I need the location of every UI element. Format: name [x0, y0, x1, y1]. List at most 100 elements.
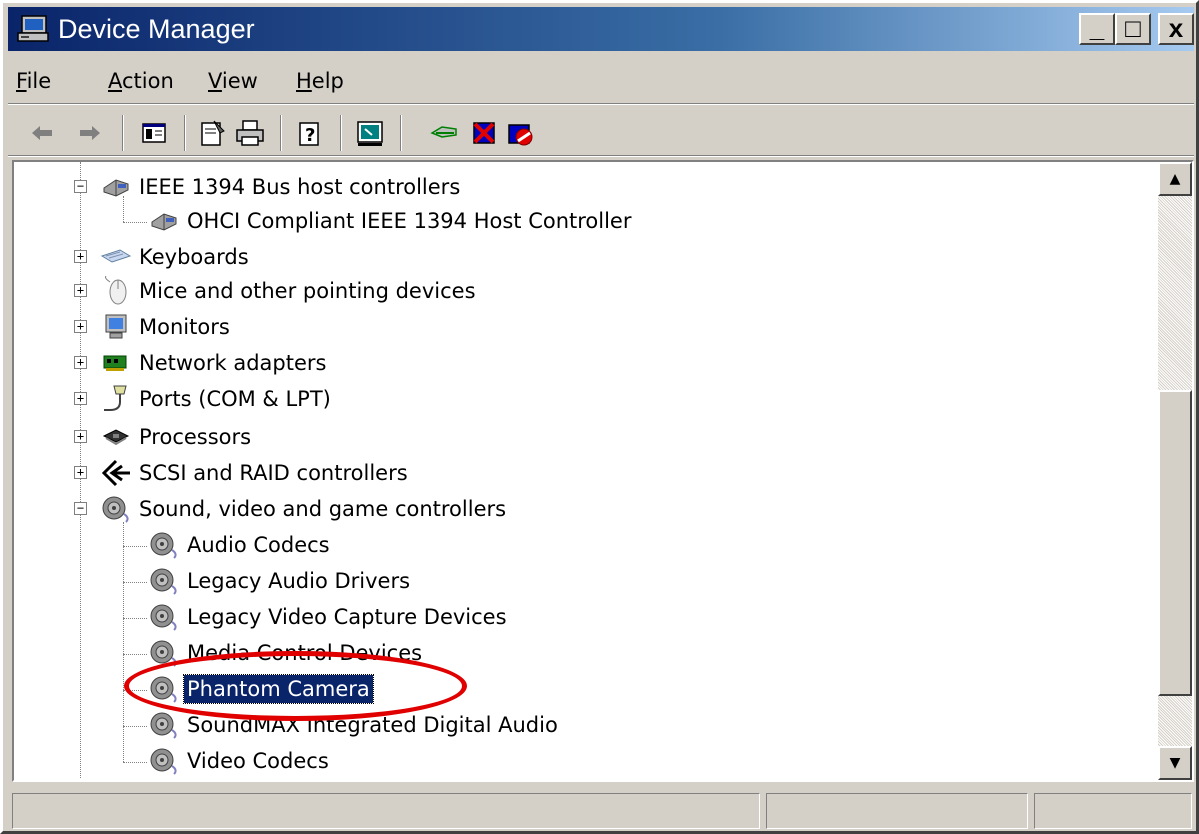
- tree-node-label: OHCI Compliant IEEE 1394 Host Controller: [187, 209, 632, 233]
- back-arrow-icon[interactable]: [26, 117, 58, 149]
- tree-node-label: Processors: [139, 425, 252, 449]
- expand-icon[interactable]: +: [74, 392, 87, 405]
- arrow-down-icon: ▼: [1169, 755, 1181, 771]
- speaker-icon: [150, 748, 177, 775]
- minimize-button[interactable]: _: [1079, 13, 1115, 45]
- tree-node-label: Legacy Audio Drivers: [187, 569, 411, 593]
- properties-icon[interactable]: [196, 117, 228, 149]
- status-panel-main: [12, 793, 760, 829]
- help-icon[interactable]: ?: [294, 117, 326, 149]
- close-button[interactable]: x: [1158, 13, 1194, 45]
- svg-text:?: ?: [305, 125, 315, 146]
- keyboard-icon: [100, 249, 132, 263]
- menu-bar: File Action View Help: [8, 59, 1194, 103]
- toolbar-separator: [184, 115, 186, 151]
- tree-category-ieee1394[interactable]: − IEEE 1394 Bus host controllers: [72, 170, 463, 204]
- tree-node-label: Audio Codecs: [187, 533, 330, 557]
- speaker-icon: [150, 712, 177, 739]
- menu-view[interactable]: View: [208, 67, 258, 95]
- tree-node-label: Video Codecs: [187, 749, 329, 773]
- speaker-icon: [150, 640, 177, 667]
- scroll-down-button[interactable]: ▼: [1158, 746, 1192, 780]
- toolbar-separator: [400, 115, 402, 151]
- speaker-icon: [150, 532, 177, 559]
- menu-help[interactable]: Help: [296, 67, 344, 95]
- minimize-icon: _: [1089, 13, 1105, 43]
- tree-category-processors[interactable]: + Processors: [72, 420, 254, 454]
- tree-line: [123, 222, 147, 223]
- maximize-button[interactable]: □: [1115, 13, 1151, 45]
- tree-node-label: Network adapters: [139, 351, 327, 375]
- expand-icon[interactable]: +: [74, 356, 87, 369]
- tree-category-mice[interactable]: + Mice and other pointing devices: [72, 274, 479, 308]
- speaker-icon: [150, 568, 177, 595]
- tree-device-legacy-audio-drivers[interactable]: Legacy Audio Drivers: [148, 564, 413, 598]
- tree-category-network-adapters[interactable]: + Network adapters: [72, 346, 329, 380]
- tree-node-label: Sound, video and game controllers: [139, 497, 507, 521]
- expand-icon[interactable]: +: [74, 320, 87, 333]
- scroll-thumb[interactable]: [1158, 390, 1192, 696]
- show-hide-console-tree-icon[interactable]: [138, 117, 170, 149]
- tree-device-video-codecs[interactable]: Video Codecs: [148, 744, 332, 778]
- status-panel-tertiary: [1034, 793, 1192, 829]
- tree-node-label: SCSI and RAID controllers: [139, 461, 408, 485]
- scsi-icon: [101, 459, 130, 487]
- tree-category-ports[interactable]: + Ports (COM & LPT): [72, 382, 334, 416]
- expand-icon[interactable]: +: [74, 284, 87, 297]
- status-bar: [12, 793, 1194, 829]
- tree-node-label: IEEE 1394 Bus host controllers: [139, 175, 461, 199]
- tree-category-scsi[interactable]: + SCSI and RAID controllers: [72, 456, 411, 490]
- tree-device-audio-codecs[interactable]: Audio Codecs: [148, 528, 333, 562]
- toolbar: ?: [8, 111, 1194, 155]
- title-bar[interactable]: Device Manager _ □ x: [8, 7, 1194, 51]
- port-icon: [104, 385, 127, 411]
- tree-line: [123, 546, 147, 547]
- tree-category-keyboards[interactable]: + Keyboards: [72, 240, 252, 274]
- tree-category-monitors[interactable]: + Monitors: [72, 310, 233, 344]
- speaker-icon: [150, 604, 177, 631]
- tree-device-ohci[interactable]: OHCI Compliant IEEE 1394 Host Controller: [148, 204, 635, 238]
- device-manager-icon: [17, 15, 49, 42]
- expand-icon[interactable]: +: [74, 466, 87, 479]
- forward-arrow-icon[interactable]: [74, 117, 106, 149]
- network-adapter-icon: [103, 355, 127, 371]
- tree-device-soundmax[interactable]: SoundMAX Integrated Digital Audio: [148, 708, 561, 742]
- tree-node-label: SoundMAX Integrated Digital Audio: [187, 713, 558, 737]
- toolbar-separator: [280, 115, 282, 151]
- device-tree[interactable]: − IEEE 1394 Bus host controllers OHCI Co…: [12, 160, 1194, 782]
- device-manager-window: Device Manager _ □ x File Action View He…: [0, 0, 1199, 834]
- mouse-icon: [105, 276, 127, 305]
- toolbar-separator: [122, 115, 124, 151]
- expand-icon[interactable]: +: [74, 430, 87, 443]
- tree-device-legacy-video-capture[interactable]: Legacy Video Capture Devices: [148, 600, 510, 634]
- arrow-up-icon: ▲: [1169, 171, 1181, 187]
- tree-device-phantom-camera[interactable]: Phantom Camera: [148, 672, 374, 706]
- tree-line: [123, 582, 147, 583]
- toolbar-separator: [340, 115, 342, 151]
- toolbar-bottom-separator: [8, 155, 1194, 157]
- menu-file[interactable]: File: [16, 67, 51, 95]
- speaker-icon: [150, 676, 177, 703]
- monitor-icon: [105, 314, 127, 339]
- menu-action[interactable]: Action: [108, 67, 174, 95]
- scroll-up-button[interactable]: ▲: [1158, 162, 1192, 196]
- ieee1394-icon: [103, 179, 129, 197]
- close-icon: x: [1168, 13, 1184, 43]
- collapse-icon[interactable]: −: [74, 502, 87, 515]
- tree-line: [123, 726, 147, 727]
- expand-icon[interactable]: +: [74, 250, 87, 263]
- collapse-icon[interactable]: −: [74, 180, 87, 193]
- disable-icon[interactable]: [504, 117, 536, 149]
- print-icon[interactable]: [234, 117, 266, 149]
- tree-node-label: Legacy Video Capture Devices: [187, 605, 507, 629]
- tree-device-media-control[interactable]: Media Control Devices: [148, 636, 425, 670]
- uninstall-icon[interactable]: [468, 117, 500, 149]
- update-driver-icon[interactable]: [428, 117, 460, 149]
- vertical-scrollbar[interactable]: ▲ ▼: [1158, 162, 1192, 780]
- tree-category-sound-video-game[interactable]: − Sound, video and game controllers: [72, 492, 509, 526]
- tree-node-label: Keyboards: [139, 245, 249, 269]
- tree-node-label: Media Control Devices: [187, 641, 423, 665]
- status-panel-secondary: [766, 793, 1028, 829]
- tree-line: [123, 618, 147, 619]
- scan-hardware-icon[interactable]: [354, 117, 386, 149]
